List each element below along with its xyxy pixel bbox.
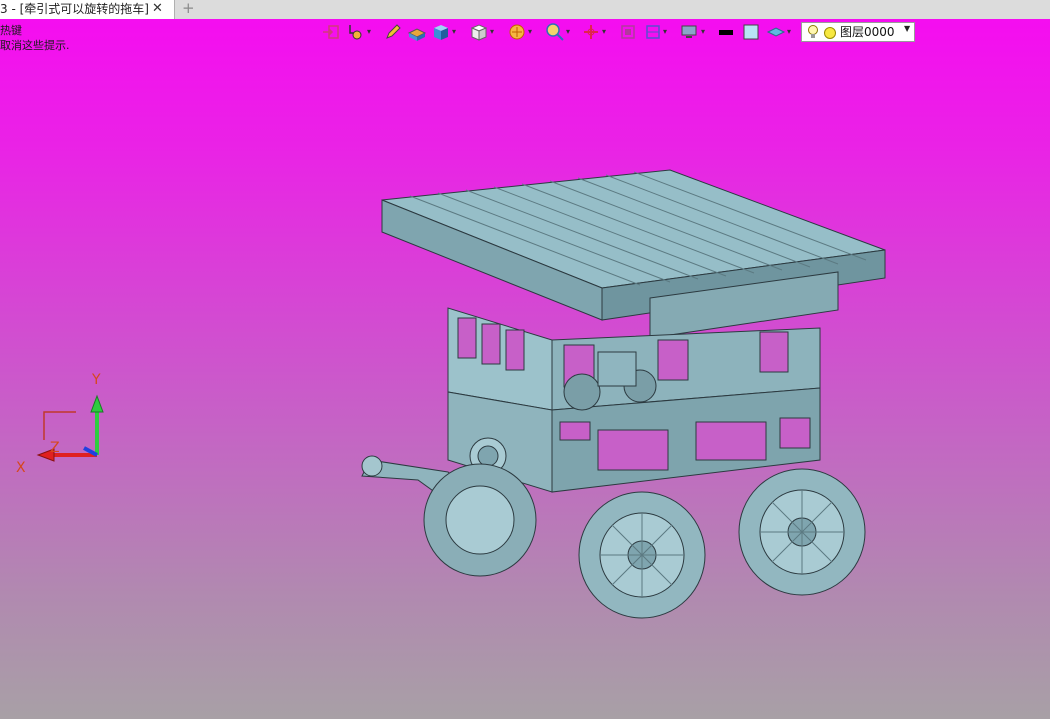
cube-view-icon[interactable]	[468, 21, 490, 43]
pencil-icon[interactable]	[382, 21, 404, 43]
display-icon[interactable]	[678, 21, 700, 43]
document-tab-title: 3 - [牵引式可以旋转的拖车]	[0, 2, 149, 16]
fill-color-icon[interactable]	[740, 21, 762, 43]
triad-y-label: Y	[91, 372, 101, 388]
line-color-icon[interactable]	[715, 21, 737, 43]
front-right-wheel	[738, 468, 866, 596]
rotate-dropdown-icon[interactable]: ▾	[602, 28, 610, 36]
grid-dropdown-icon[interactable]: ▾	[663, 28, 671, 36]
layer-dropdown-arrow-icon[interactable]: ▼	[904, 24, 910, 33]
lightbulb-icon[interactable]	[806, 24, 820, 44]
layer-visibility-dropdown-icon[interactable]: ▾	[787, 28, 795, 36]
cube-view-dropdown-icon[interactable]: ▾	[490, 28, 498, 36]
solid-view-icon[interactable]	[430, 21, 452, 43]
front-left-wheel	[578, 491, 706, 619]
layer-visibility-icon[interactable]	[765, 21, 787, 43]
exit-icon[interactable]	[320, 21, 342, 43]
render-dropdown-icon[interactable]: ▾	[528, 28, 536, 36]
axis-triad: Y X Z	[16, 372, 104, 476]
layer-name: 图层0000	[840, 25, 895, 39]
hint-line-1: 热键	[0, 24, 22, 37]
display-dropdown-icon[interactable]: ▾	[701, 28, 709, 36]
tow-ring	[361, 455, 383, 477]
zoom-icon[interactable]	[544, 21, 566, 43]
layer-color-icon	[824, 27, 836, 39]
hint-text: 热键 取消这些提示.	[0, 23, 70, 53]
snap-icon[interactable]	[344, 21, 366, 43]
layer-selector[interactable]: 图层0000 ▼	[801, 22, 915, 42]
triad-z-label: Z	[50, 440, 60, 456]
motor-block	[597, 351, 637, 387]
rotate-icon[interactable]	[580, 21, 602, 43]
hint-line-2: 取消这些提示.	[0, 39, 70, 52]
snap-dropdown-icon[interactable]: ▾	[367, 28, 375, 36]
grid-icon[interactable]	[642, 21, 664, 43]
trailer-model[interactable]	[340, 160, 890, 630]
tab-bar: 3 - [牵引式可以旋转的拖车] ✕ +	[0, 0, 1050, 20]
render-icon[interactable]	[506, 21, 528, 43]
fit-view-icon[interactable]	[617, 21, 639, 43]
close-tab-icon[interactable]: ✕	[152, 0, 163, 18]
solid-view-dropdown-icon[interactable]: ▾	[452, 28, 460, 36]
material-icon[interactable]	[406, 21, 428, 43]
new-tab-button[interactable]: +	[182, 0, 195, 17]
triad-x-label: X	[16, 460, 26, 476]
document-tab[interactable]: 3 - [牵引式可以旋转的拖车] ✕	[0, 0, 175, 19]
z-axis-bracket	[43, 411, 76, 440]
rear-left-wheel	[423, 463, 537, 577]
gear-left	[563, 373, 601, 411]
zoom-dropdown-icon[interactable]: ▾	[566, 28, 574, 36]
